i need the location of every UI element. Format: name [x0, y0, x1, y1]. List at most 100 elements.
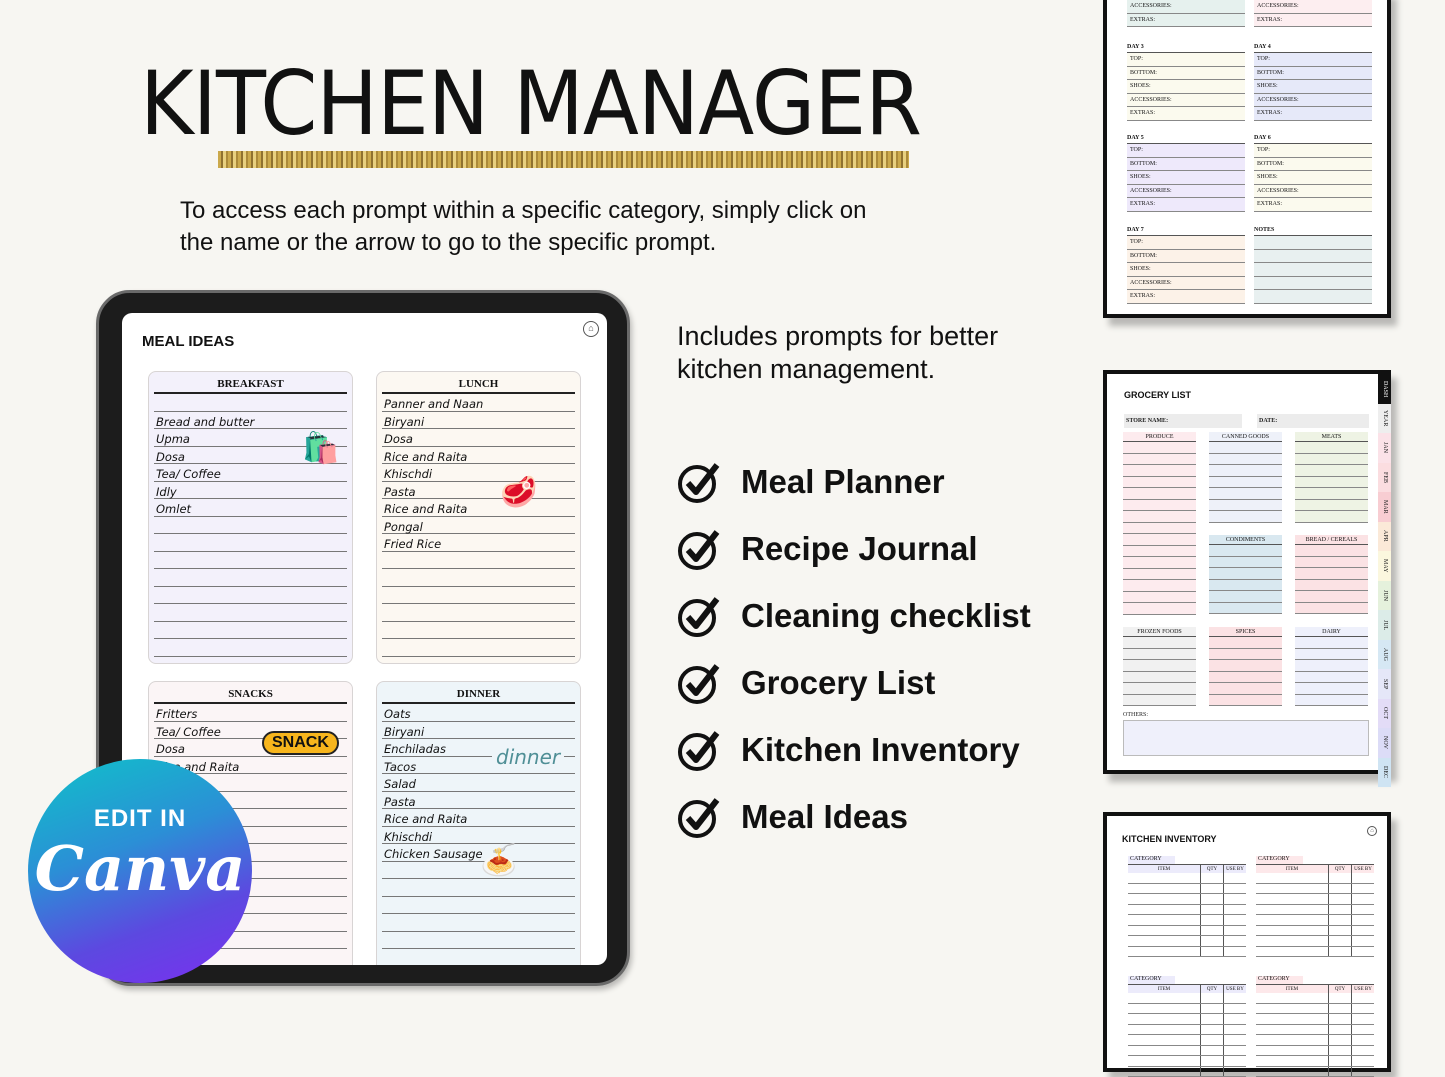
day-row[interactable]: BOTTOM:	[1127, 67, 1245, 81]
use-by-cell[interactable]	[1224, 915, 1246, 925]
grocery-row[interactable]	[1123, 569, 1196, 581]
grocery-row[interactable]	[1123, 695, 1196, 707]
grocery-row[interactable]	[1209, 603, 1282, 615]
meal-item-row[interactable]	[382, 622, 575, 640]
day-row[interactable]: TOP:	[1254, 53, 1372, 67]
use-by-cell[interactable]	[1224, 873, 1246, 883]
meal-item-row[interactable]	[382, 932, 575, 950]
meal-item-row[interactable]: Pasta	[382, 792, 575, 810]
item-cell[interactable]	[1128, 936, 1201, 946]
inventory-row[interactable]	[1128, 1025, 1246, 1036]
inventory-row[interactable]	[1128, 947, 1246, 958]
qty-cell[interactable]	[1329, 926, 1352, 936]
category-label[interactable]: CATEGORY	[1256, 856, 1303, 864]
item-cell[interactable]	[1128, 1004, 1201, 1014]
inventory-row[interactable]	[1128, 884, 1246, 895]
meal-item-row[interactable]	[154, 604, 347, 622]
grocery-row[interactable]	[1295, 500, 1368, 512]
day-row[interactable]: SHOES:	[1127, 80, 1245, 94]
meal-item-row[interactable]	[382, 949, 575, 965]
grocery-row[interactable]	[1123, 649, 1196, 661]
inventory-row[interactable]	[1256, 1004, 1374, 1015]
grocery-row[interactable]	[1123, 546, 1196, 558]
month-tab[interactable]: AUG	[1378, 640, 1391, 670]
meal-item-row[interactable]	[154, 552, 347, 570]
category-label[interactable]: CATEGORY	[1128, 856, 1175, 864]
use-by-cell[interactable]	[1352, 1035, 1374, 1045]
grocery-row[interactable]	[1123, 442, 1196, 454]
inventory-row[interactable]	[1128, 1046, 1246, 1057]
meal-item-row[interactable]	[382, 879, 575, 897]
meal-item-row[interactable]	[382, 862, 575, 880]
item-cell[interactable]	[1128, 926, 1201, 936]
inventory-row[interactable]	[1256, 1025, 1374, 1036]
grocery-row[interactable]	[1123, 592, 1196, 604]
grocery-row[interactable]	[1209, 683, 1282, 695]
item-cell[interactable]	[1128, 915, 1201, 925]
use-by-cell[interactable]	[1224, 905, 1246, 915]
grocery-row[interactable]	[1123, 511, 1196, 523]
use-by-cell[interactable]	[1224, 1014, 1246, 1024]
inventory-row[interactable]	[1128, 1014, 1246, 1025]
notes-row[interactable]	[1254, 290, 1372, 304]
grocery-row[interactable]	[1295, 511, 1368, 523]
grocery-row[interactable]	[1295, 568, 1368, 580]
use-by-cell[interactable]	[1224, 1056, 1246, 1066]
use-by-cell[interactable]	[1352, 1067, 1374, 1077]
notes-row[interactable]	[1254, 277, 1372, 291]
use-by-cell[interactable]	[1352, 884, 1374, 894]
meal-item-row[interactable]: Khischdi	[382, 464, 575, 482]
day-row[interactable]: SHOES:	[1127, 171, 1245, 185]
qty-cell[interactable]	[1201, 947, 1224, 957]
day-row[interactable]: ACCESSORIES:	[1127, 277, 1245, 291]
use-by-cell[interactable]	[1352, 926, 1374, 936]
qty-cell[interactable]	[1201, 873, 1224, 883]
item-cell[interactable]	[1256, 884, 1329, 894]
grocery-row[interactable]	[1209, 488, 1282, 500]
month-tab[interactable]: NOV	[1378, 728, 1391, 758]
item-cell[interactable]	[1256, 1035, 1329, 1045]
day-row[interactable]: BOTTOM:	[1254, 158, 1372, 172]
qty-cell[interactable]	[1329, 1014, 1352, 1024]
meal-item-row[interactable]: Fried Rice	[382, 534, 575, 552]
day-row[interactable]: TOP:	[1127, 236, 1245, 250]
grocery-row[interactable]	[1295, 454, 1368, 466]
home-icon[interactable]: ⌂	[583, 321, 599, 337]
day-row[interactable]: EXTRAS:	[1127, 107, 1245, 121]
day-row[interactable]: BOTTOM:	[1254, 67, 1372, 81]
grocery-row[interactable]	[1123, 557, 1196, 569]
meal-item-row[interactable]: Omlet	[154, 499, 347, 517]
month-tab[interactable]: SEP	[1378, 669, 1391, 699]
use-by-cell[interactable]	[1352, 915, 1374, 925]
use-by-cell[interactable]	[1224, 936, 1246, 946]
inventory-row[interactable]	[1256, 1046, 1374, 1057]
use-by-cell[interactable]	[1352, 947, 1374, 957]
grocery-row[interactable]	[1123, 603, 1196, 615]
notes-row[interactable]	[1254, 263, 1372, 277]
qty-cell[interactable]	[1201, 1056, 1224, 1066]
month-tab[interactable]: DASH	[1378, 374, 1391, 404]
qty-cell[interactable]	[1201, 905, 1224, 915]
qty-cell[interactable]	[1201, 936, 1224, 946]
inventory-row[interactable]	[1128, 926, 1246, 937]
item-cell[interactable]	[1128, 947, 1201, 957]
use-by-cell[interactable]	[1224, 926, 1246, 936]
day-row[interactable]: TOP:	[1127, 144, 1245, 158]
item-cell[interactable]	[1128, 1014, 1201, 1024]
meal-item-row[interactable]	[382, 914, 575, 932]
grocery-row[interactable]	[1209, 511, 1282, 523]
meal-item-row[interactable]: Tea/ Coffee	[154, 464, 347, 482]
grocery-row[interactable]	[1209, 591, 1282, 603]
qty-cell[interactable]	[1201, 915, 1224, 925]
meal-item-row[interactable]: Chicken Sausage	[382, 844, 575, 862]
item-cell[interactable]	[1128, 1056, 1201, 1066]
grocery-row[interactable]	[1209, 545, 1282, 557]
use-by-cell[interactable]	[1352, 1014, 1374, 1024]
grocery-row[interactable]	[1295, 683, 1368, 695]
qty-cell[interactable]	[1329, 1067, 1352, 1077]
qty-cell[interactable]	[1329, 894, 1352, 904]
use-by-cell[interactable]	[1224, 1004, 1246, 1014]
use-by-cell[interactable]	[1352, 873, 1374, 883]
meal-item-row[interactable]: Biryani	[382, 412, 575, 430]
day-row[interactable]: TOP:	[1127, 53, 1245, 67]
